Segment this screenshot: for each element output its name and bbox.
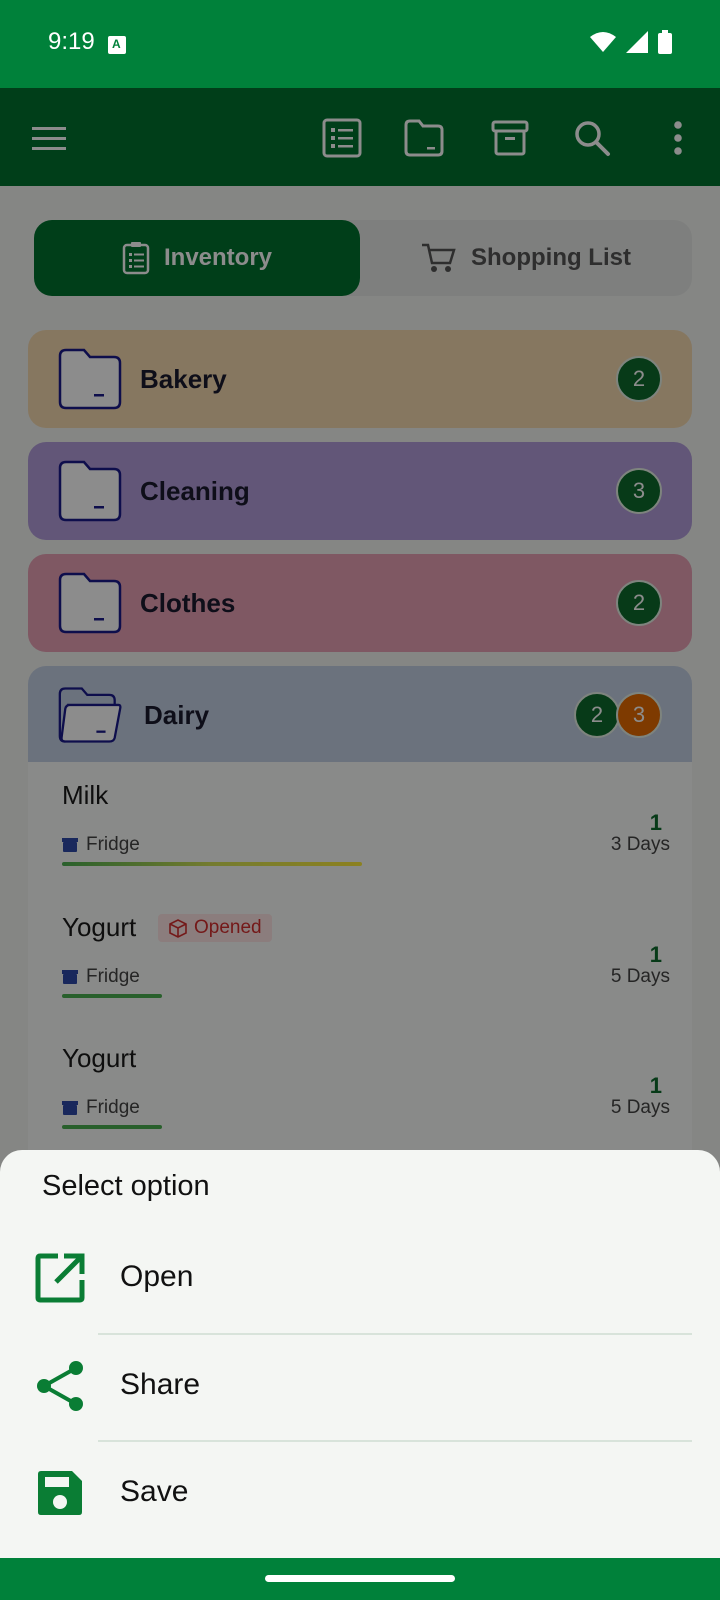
bottom-sheet: Select option Open Share Save (0, 1150, 720, 1558)
option-label: Open (120, 1260, 194, 1293)
navigation-bar (0, 1558, 720, 1600)
option-share[interactable]: Share (0, 1334, 720, 1440)
wifi-icon (590, 32, 616, 52)
option-open[interactable]: Open (0, 1226, 720, 1332)
home-gesture-handle[interactable] (265, 1575, 455, 1582)
status-time: 9:19 (48, 28, 95, 55)
option-label: Save (120, 1475, 189, 1508)
sheet-title: Select option (42, 1170, 210, 1202)
keyboard-notification-icon (108, 36, 126, 54)
open-in-new-icon (35, 1253, 85, 1303)
share-icon (37, 1361, 83, 1411)
save-icon (38, 1471, 82, 1515)
option-save[interactable]: Save (0, 1441, 720, 1547)
option-label: Share (120, 1368, 201, 1401)
cellular-icon (626, 31, 648, 53)
status-bar: 9:19 (0, 0, 720, 88)
battery-icon (658, 30, 672, 54)
